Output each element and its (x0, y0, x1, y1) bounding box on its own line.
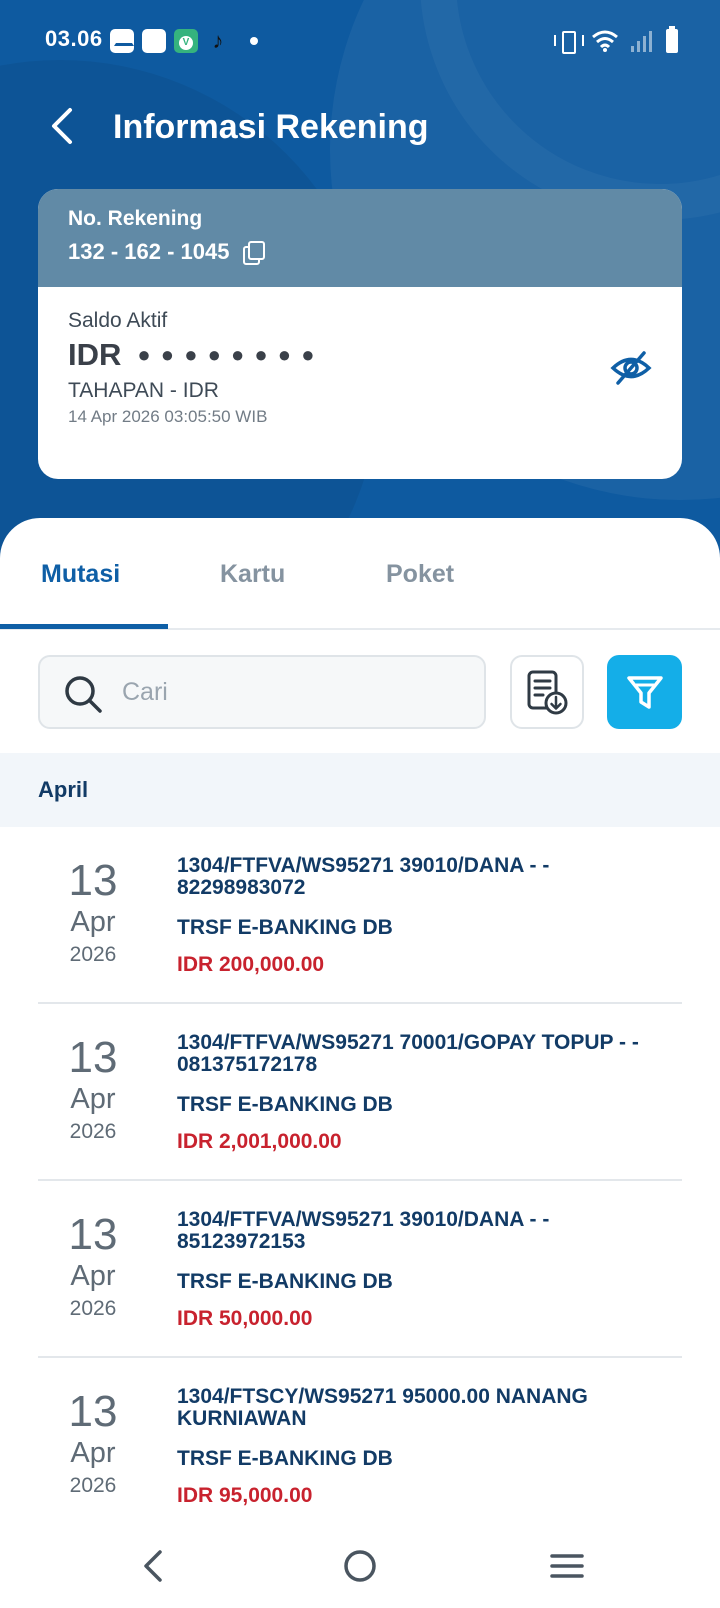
transaction-day: 13 (68, 856, 118, 905)
chevron-left-icon (52, 108, 72, 144)
vibrate-icon (554, 30, 584, 54)
transactions-sheet: Mutasi Kartu Poket April 13 Apr (0, 518, 720, 1608)
transaction-item[interactable]: 13 Apr 2026 1304/FTFVA/WS95271 70001/GOP… (38, 1004, 682, 1181)
transaction-day: 13 (68, 1033, 118, 1082)
transaction-item[interactable]: 13 Apr 2026 1304/FTSCY/WS95271 95000.00 … (38, 1358, 682, 1535)
system-navigation-bar (0, 1530, 720, 1608)
transaction-item[interactable]: 13 Apr 2026 1304/FTFVA/WS95271 39010/DAN… (38, 1181, 682, 1358)
transaction-type: TRSF E-BANKING DB (177, 1447, 393, 1470)
transaction-year: 2026 (69, 1474, 117, 1497)
transaction-amount: IDR 95,000.00 (177, 1484, 313, 1507)
transaction-type: TRSF E-BANKING DB (177, 1270, 393, 1293)
tab-kartu[interactable]: Kartu (220, 560, 285, 589)
tiktok-icon: ♪ (212, 28, 224, 53)
transaction-year: 2026 (69, 1297, 117, 1320)
transaction-month: Apr (70, 1083, 116, 1115)
transaction-year: 2026 (69, 943, 117, 966)
tab-poket[interactable]: Poket (386, 560, 454, 589)
transaction-type: TRSF E-BANKING DB (177, 916, 393, 939)
copy-icon[interactable] (243, 241, 266, 265)
square-icon (142, 29, 166, 53)
v-app-icon: V (174, 29, 198, 53)
balance-currency: IDR (68, 337, 122, 372)
signal-icon (631, 31, 652, 52)
transaction-month: Apr (70, 1437, 116, 1469)
account-number-label: No. Rekening (68, 207, 203, 230)
transaction-month: Apr (70, 906, 116, 938)
transaction-date: 13 Apr 2026 (38, 827, 148, 969)
balance-timestamp: 14 Apr 2026 03:05:50 WIB (68, 407, 268, 426)
wifi-icon (592, 30, 618, 52)
transaction-date: 13 Apr 2026 (38, 1181, 148, 1323)
balance-label: Saldo Aktif (68, 309, 168, 332)
more-notifications-dot (250, 37, 258, 45)
search-icon (65, 676, 102, 713)
month-section-header: April (0, 753, 720, 827)
transaction-date: 13 Apr 2026 (38, 1358, 148, 1500)
transaction-amount: IDR 200,000.00 (177, 953, 325, 976)
transaction-description: 1304/FTFVA/WS95271 39010/DANA - - 822989… (177, 854, 550, 899)
nav-home-button[interactable] (330, 1542, 390, 1590)
filter-icon (626, 676, 663, 709)
transaction-day: 13 (68, 1387, 118, 1436)
status-time: 03.06 (45, 26, 103, 51)
nav-back-button[interactable] (123, 1542, 183, 1590)
search-box[interactable] (38, 655, 486, 729)
transaction-day: 13 (68, 1210, 118, 1259)
transaction-month: Apr (70, 1260, 116, 1292)
tab-bar: Mutasi Kartu Poket (0, 518, 720, 630)
transaction-amount: IDR 50,000.00 (177, 1307, 313, 1330)
transaction-date: 13 Apr 2026 (38, 1004, 148, 1146)
battery-icon (666, 26, 678, 53)
nav-back-icon (144, 1550, 162, 1582)
transaction-type: TRSF E-BANKING DB (177, 1093, 393, 1116)
page-title: Informasi Rekening (113, 108, 429, 146)
transaction-item[interactable]: 13 Apr 2026 1304/FTFVA/WS95271 39010/DAN… (38, 827, 682, 1004)
transaction-description: 1304/FTSCY/WS95271 95000.00 NANANG KURNI… (177, 1385, 588, 1430)
active-tab-indicator (0, 624, 168, 629)
search-input[interactable] (122, 657, 472, 727)
nav-home-icon (344, 1550, 376, 1582)
download-statement-button[interactable] (510, 655, 584, 729)
transaction-year: 2026 (69, 1120, 117, 1143)
transaction-description: 1304/FTFVA/WS95271 70001/GOPAY TOPUP - -… (177, 1031, 639, 1076)
back-button[interactable] (40, 104, 84, 148)
account-type: TAHAPAN - IDR (68, 379, 219, 402)
transaction-description: 1304/FTFVA/WS95271 39010/DANA - - 851239… (177, 1208, 550, 1253)
account-number-section: No. Rekening 132 - 162 - 1045 (38, 189, 682, 287)
tab-mutasi[interactable]: Mutasi (41, 560, 120, 589)
nav-recents-icon (550, 1554, 584, 1578)
account-number: 132 - 162 - 1045 (68, 239, 230, 264)
account-card: No. Rekening 132 - 162 - 1045 Saldo Akti… (38, 189, 682, 479)
mail-icon (110, 29, 134, 53)
status-bar: 03.06 V ♪ (0, 0, 720, 80)
filter-button[interactable] (607, 655, 682, 729)
transaction-amount: IDR 2,001,000.00 (177, 1130, 342, 1153)
hide-balance-eye-icon[interactable] (610, 347, 652, 389)
balance-masked: ● ● ● ● ● ● ● ● (137, 342, 317, 367)
document-download-icon (527, 670, 568, 715)
nav-recents-button[interactable] (537, 1542, 597, 1590)
